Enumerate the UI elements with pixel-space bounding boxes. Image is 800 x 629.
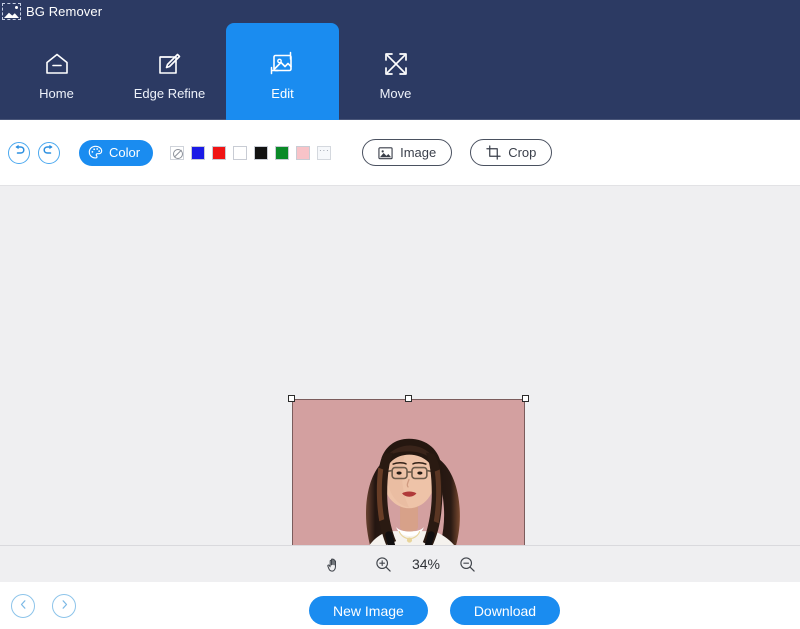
swatch-white[interactable] bbox=[233, 146, 247, 160]
edge-refine-icon bbox=[156, 47, 184, 81]
tab-move-label: Move bbox=[380, 87, 412, 100]
main-nav-tabs: Home Edge Refine bbox=[0, 23, 452, 120]
hand-icon[interactable] bbox=[320, 551, 346, 577]
image-canvas[interactable] bbox=[0, 185, 800, 545]
chevron-right-icon bbox=[59, 597, 70, 615]
tab-home[interactable]: Home bbox=[0, 23, 113, 120]
color-swatches: ··· bbox=[170, 146, 338, 160]
prev-button[interactable] bbox=[11, 594, 35, 618]
swatch-pink[interactable] bbox=[296, 146, 310, 160]
new-image-button[interactable]: New Image bbox=[309, 596, 428, 625]
tab-home-label: Home bbox=[39, 87, 74, 100]
swatch-green[interactable] bbox=[275, 146, 289, 160]
next-button[interactable] bbox=[52, 594, 76, 618]
zoom-level-value: 34% bbox=[408, 556, 444, 572]
tab-edit-label: Edit bbox=[271, 87, 293, 100]
footer-actions: New Image Download bbox=[309, 596, 560, 625]
app-title: BG Remover bbox=[26, 5, 102, 18]
home-icon bbox=[43, 47, 71, 81]
tab-move[interactable]: Move bbox=[339, 23, 452, 120]
color-button-label: Color bbox=[109, 145, 140, 160]
chevron-left-icon bbox=[18, 597, 29, 615]
redo-button[interactable] bbox=[38, 142, 60, 164]
swatch-more-button[interactable]: ··· bbox=[317, 146, 331, 160]
undo-button[interactable] bbox=[8, 142, 30, 164]
swatch-blue[interactable] bbox=[191, 146, 205, 160]
edit-image-icon bbox=[268, 47, 298, 81]
crop-button-label: Crop bbox=[508, 145, 536, 160]
picture-icon bbox=[378, 146, 393, 160]
zoom-bar: 34% bbox=[0, 545, 800, 582]
download-button[interactable]: Download bbox=[450, 596, 560, 625]
app-window: BG Remover Home bbox=[0, 0, 800, 629]
tab-edit[interactable]: Edit bbox=[226, 23, 339, 120]
app-header: Home Edge Refine bbox=[0, 23, 800, 120]
zoom-out-icon[interactable] bbox=[454, 551, 480, 577]
crop-button[interactable]: Crop bbox=[470, 139, 552, 166]
swatch-black[interactable] bbox=[254, 146, 268, 160]
redo-arrow-icon bbox=[42, 143, 56, 162]
swatch-red[interactable] bbox=[212, 146, 226, 160]
tab-edge-refine[interactable]: Edge Refine bbox=[113, 23, 226, 120]
move-resize-icon bbox=[382, 47, 410, 81]
zoom-in-icon[interactable] bbox=[370, 551, 396, 577]
image-button-label: Image bbox=[400, 145, 436, 160]
title-bar: BG Remover bbox=[0, 0, 800, 23]
swatch-none[interactable] bbox=[170, 146, 184, 160]
palette-icon bbox=[88, 145, 103, 160]
undo-arrow-icon bbox=[12, 143, 26, 162]
edit-toolbar: Color ··· Image bbox=[0, 120, 800, 185]
image-button[interactable]: Image bbox=[362, 139, 452, 166]
resize-handle-top-right[interactable] bbox=[522, 395, 529, 402]
resize-handle-top-center[interactable] bbox=[405, 395, 412, 402]
resize-handle-top-left[interactable] bbox=[288, 395, 295, 402]
tab-edge-refine-label: Edge Refine bbox=[134, 87, 206, 100]
crop-icon bbox=[486, 145, 501, 160]
color-button[interactable]: Color bbox=[79, 140, 153, 166]
photo-icon bbox=[2, 3, 21, 20]
